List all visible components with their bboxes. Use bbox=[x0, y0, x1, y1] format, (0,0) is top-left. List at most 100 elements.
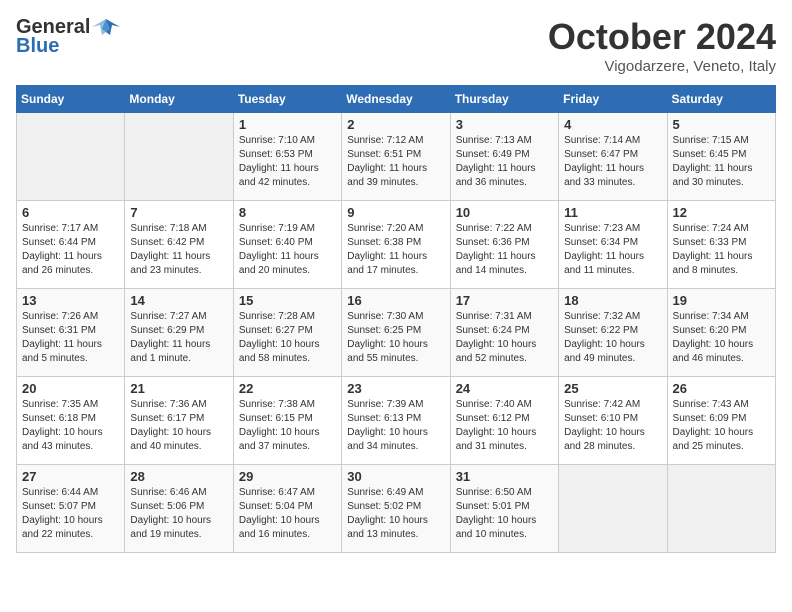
calendar-cell: 2 Sunrise: 7:12 AM Sunset: 6:51 PM Daylig… bbox=[342, 113, 450, 201]
day-number: 4 bbox=[564, 117, 661, 132]
calendar-week-row: 20Sunrise: 7:35 AM Sunset: 6:18 PM Dayli… bbox=[17, 377, 776, 465]
calendar-cell bbox=[559, 465, 667, 553]
day-number: 19 bbox=[673, 293, 770, 308]
day-of-week-header: Sunday bbox=[17, 86, 125, 113]
title-block: October 2024 Vigodarzere, Veneto, Italy bbox=[548, 16, 776, 75]
day-number: 8 bbox=[239, 205, 336, 220]
calendar-cell: 17 Sunrise: 7:31 AM Sunset: 6:24 PM Dayli… bbox=[450, 289, 558, 377]
day-detail: Sunrise: 7:32 AM Sunset: 6:22 PM Dayligh… bbox=[564, 310, 661, 366]
day-detail: Sunrise: 7:40 AM Sunset: 6:12 PM Dayligh… bbox=[456, 398, 553, 454]
day-number: 21 bbox=[130, 381, 227, 396]
day-of-week-header: Tuesday bbox=[233, 86, 341, 113]
calendar-cell: 3 Sunrise: 7:13 AM Sunset: 6:49 PM Daylig… bbox=[450, 113, 558, 201]
day-number: 17 bbox=[456, 293, 553, 308]
calendar-cell: 12Sunrise: 7:24 AM Sunset: 6:33 PM Dayli… bbox=[667, 201, 775, 289]
day-number: 23 bbox=[347, 381, 444, 396]
logo: General Blue bbox=[16, 16, 120, 58]
day-detail: Sunrise: 7:38 AM Sunset: 6:15 PM Dayligh… bbox=[239, 398, 336, 454]
day-number: 26 bbox=[673, 381, 770, 396]
day-detail: Sunrise: 6:44 AM Sunset: 5:07 PM Dayligh… bbox=[22, 486, 119, 542]
calendar-cell: 7 Sunrise: 7:18 AM Sunset: 6:42 PM Daylig… bbox=[125, 201, 233, 289]
calendar-cell: 4 Sunrise: 7:14 AM Sunset: 6:47 PM Daylig… bbox=[559, 113, 667, 201]
day-number: 12 bbox=[673, 205, 770, 220]
calendar-cell: 16 Sunrise: 7:30 AM Sunset: 6:25 PM Dayli… bbox=[342, 289, 450, 377]
calendar-cell: 23 Sunrise: 7:39 AM Sunset: 6:13 PM Dayli… bbox=[342, 377, 450, 465]
calendar-header-row: SundayMondayTuesdayWednesdayThursdayFrid… bbox=[17, 86, 776, 113]
calendar-week-row: 6 Sunrise: 7:17 AM Sunset: 6:44 PM Daylig… bbox=[17, 201, 776, 289]
calendar-cell: 22 Sunrise: 7:38 AM Sunset: 6:15 PM Dayli… bbox=[233, 377, 341, 465]
logo-bird-icon bbox=[92, 17, 120, 39]
calendar-cell: 5 Sunrise: 7:15 AM Sunset: 6:45 PM Daylig… bbox=[667, 113, 775, 201]
calendar-table: SundayMondayTuesdayWednesdayThursdayFrid… bbox=[16, 85, 776, 553]
calendar-cell: 31Sunrise: 6:50 AM Sunset: 5:01 PM Dayli… bbox=[450, 465, 558, 553]
day-number: 24 bbox=[456, 381, 553, 396]
day-detail: Sunrise: 7:42 AM Sunset: 6:10 PM Dayligh… bbox=[564, 398, 661, 454]
calendar-cell: 8 Sunrise: 7:19 AM Sunset: 6:40 PM Daylig… bbox=[233, 201, 341, 289]
day-detail: Sunrise: 7:22 AM Sunset: 6:36 PM Dayligh… bbox=[456, 222, 553, 278]
day-detail: Sunrise: 7:12 AM Sunset: 6:51 PM Dayligh… bbox=[347, 134, 444, 190]
logo-blue-text: Blue bbox=[16, 35, 59, 58]
calendar-cell: 25 Sunrise: 7:42 AM Sunset: 6:10 PM Dayli… bbox=[559, 377, 667, 465]
month-title: October 2024 bbox=[548, 16, 776, 58]
calendar-cell: 24 Sunrise: 7:40 AM Sunset: 6:12 PM Dayli… bbox=[450, 377, 558, 465]
day-number: 14 bbox=[130, 293, 227, 308]
calendar-week-row: 27 Sunrise: 6:44 AM Sunset: 5:07 PM Dayli… bbox=[17, 465, 776, 553]
calendar-cell: 10Sunrise: 7:22 AM Sunset: 6:36 PM Dayli… bbox=[450, 201, 558, 289]
calendar-cell: 30 Sunrise: 6:49 AM Sunset: 5:02 PM Dayli… bbox=[342, 465, 450, 553]
day-of-week-header: Saturday bbox=[667, 86, 775, 113]
day-detail: Sunrise: 7:28 AM Sunset: 6:27 PM Dayligh… bbox=[239, 310, 336, 366]
calendar-cell bbox=[125, 113, 233, 201]
calendar-cell: 6 Sunrise: 7:17 AM Sunset: 6:44 PM Daylig… bbox=[17, 201, 125, 289]
day-detail: Sunrise: 7:10 AM Sunset: 6:53 PM Dayligh… bbox=[239, 134, 336, 190]
day-of-week-header: Monday bbox=[125, 86, 233, 113]
day-number: 7 bbox=[130, 205, 227, 220]
calendar-cell: 15 Sunrise: 7:28 AM Sunset: 6:27 PM Dayli… bbox=[233, 289, 341, 377]
location-subtitle: Vigodarzere, Veneto, Italy bbox=[548, 58, 776, 75]
day-detail: Sunrise: 6:49 AM Sunset: 5:02 PM Dayligh… bbox=[347, 486, 444, 542]
calendar-cell: 26 Sunrise: 7:43 AM Sunset: 6:09 PM Dayli… bbox=[667, 377, 775, 465]
day-detail: Sunrise: 7:39 AM Sunset: 6:13 PM Dayligh… bbox=[347, 398, 444, 454]
day-detail: Sunrise: 7:43 AM Sunset: 6:09 PM Dayligh… bbox=[673, 398, 770, 454]
day-number: 11 bbox=[564, 205, 661, 220]
calendar-cell: 11 Sunrise: 7:23 AM Sunset: 6:34 PM Dayli… bbox=[559, 201, 667, 289]
day-detail: Sunrise: 7:23 AM Sunset: 6:34 PM Dayligh… bbox=[564, 222, 661, 278]
day-detail: Sunrise: 7:26 AM Sunset: 6:31 PM Dayligh… bbox=[22, 310, 119, 366]
day-detail: Sunrise: 7:36 AM Sunset: 6:17 PM Dayligh… bbox=[130, 398, 227, 454]
day-number: 28 bbox=[130, 469, 227, 484]
day-detail: Sunrise: 7:13 AM Sunset: 6:49 PM Dayligh… bbox=[456, 134, 553, 190]
calendar-cell: 27 Sunrise: 6:44 AM Sunset: 5:07 PM Dayli… bbox=[17, 465, 125, 553]
calendar-cell bbox=[17, 113, 125, 201]
day-detail: Sunrise: 7:18 AM Sunset: 6:42 PM Dayligh… bbox=[130, 222, 227, 278]
day-detail: Sunrise: 6:50 AM Sunset: 5:01 PM Dayligh… bbox=[456, 486, 553, 542]
day-number: 9 bbox=[347, 205, 444, 220]
day-number: 3 bbox=[456, 117, 553, 132]
day-detail: Sunrise: 7:14 AM Sunset: 6:47 PM Dayligh… bbox=[564, 134, 661, 190]
day-detail: Sunrise: 7:27 AM Sunset: 6:29 PM Dayligh… bbox=[130, 310, 227, 366]
day-detail: Sunrise: 7:31 AM Sunset: 6:24 PM Dayligh… bbox=[456, 310, 553, 366]
day-number: 22 bbox=[239, 381, 336, 396]
day-of-week-header: Wednesday bbox=[342, 86, 450, 113]
day-number: 15 bbox=[239, 293, 336, 308]
day-number: 2 bbox=[347, 117, 444, 132]
calendar-cell: 28Sunrise: 6:46 AM Sunset: 5:06 PM Dayli… bbox=[125, 465, 233, 553]
day-detail: Sunrise: 7:35 AM Sunset: 6:18 PM Dayligh… bbox=[22, 398, 119, 454]
day-detail: Sunrise: 7:30 AM Sunset: 6:25 PM Dayligh… bbox=[347, 310, 444, 366]
day-number: 16 bbox=[347, 293, 444, 308]
day-detail: Sunrise: 7:20 AM Sunset: 6:38 PM Dayligh… bbox=[347, 222, 444, 278]
day-of-week-header: Friday bbox=[559, 86, 667, 113]
day-number: 27 bbox=[22, 469, 119, 484]
calendar-cell: 13Sunrise: 7:26 AM Sunset: 6:31 PM Dayli… bbox=[17, 289, 125, 377]
day-detail: Sunrise: 7:17 AM Sunset: 6:44 PM Dayligh… bbox=[22, 222, 119, 278]
day-number: 5 bbox=[673, 117, 770, 132]
day-detail: Sunrise: 7:19 AM Sunset: 6:40 PM Dayligh… bbox=[239, 222, 336, 278]
calendar-cell: 9 Sunrise: 7:20 AM Sunset: 6:38 PM Daylig… bbox=[342, 201, 450, 289]
calendar-week-row: 13Sunrise: 7:26 AM Sunset: 6:31 PM Dayli… bbox=[17, 289, 776, 377]
calendar-cell: 20Sunrise: 7:35 AM Sunset: 6:18 PM Dayli… bbox=[17, 377, 125, 465]
day-number: 6 bbox=[22, 205, 119, 220]
day-number: 25 bbox=[564, 381, 661, 396]
day-detail: Sunrise: 6:47 AM Sunset: 5:04 PM Dayligh… bbox=[239, 486, 336, 542]
day-number: 30 bbox=[347, 469, 444, 484]
day-detail: Sunrise: 7:34 AM Sunset: 6:20 PM Dayligh… bbox=[673, 310, 770, 366]
day-detail: Sunrise: 7:15 AM Sunset: 6:45 PM Dayligh… bbox=[673, 134, 770, 190]
calendar-cell: 14 Sunrise: 7:27 AM Sunset: 6:29 PM Dayli… bbox=[125, 289, 233, 377]
